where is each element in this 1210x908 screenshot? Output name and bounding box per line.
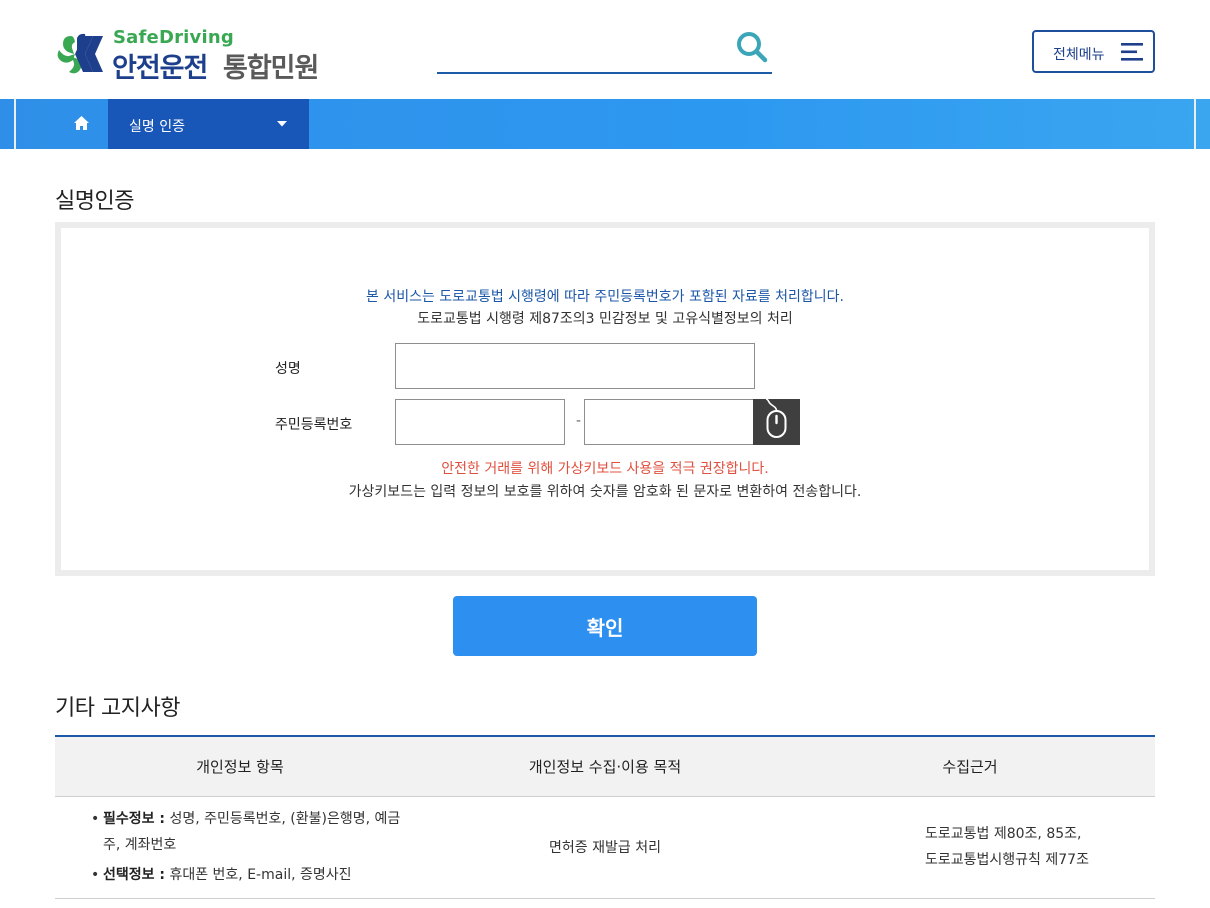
virtual-keyboard-description: 가상키보드는 입력 정보의 보호를 위하여 숫자를 암호화 된 문자로 변환하여…: [348, 484, 862, 500]
required-label: 필수정보 :: [103, 811, 165, 827]
all-menu-button[interactable]: 전체메뉴: [1032, 30, 1155, 73]
site-logo[interactable]: SafeDriving 안전운전 통합민원: [55, 26, 345, 84]
breadcrumb-dropdown[interactable]: 실명 인증: [108, 99, 309, 149]
logo-korean-sub: 통합민원: [223, 53, 319, 84]
virtual-keyboard-button[interactable]: [753, 398, 800, 445]
column-header-purpose: 개인정보 수집·이용 목적: [425, 735, 785, 797]
breadcrumb-dropdown-label: 실명 인증: [129, 119, 185, 135]
logo-english-text: SafeDriving: [113, 27, 234, 48]
column-header-basis: 수집근거: [785, 735, 1155, 797]
list-item: 필수정보 : 성명, 주민등록번호, (환불)은행명, 예금주, 계좌번호: [91, 806, 411, 858]
nav-divider: [14, 99, 16, 149]
name-label: 성명: [275, 361, 301, 377]
optional-value: 휴대폰 번호, E-mail, 증명사진: [165, 867, 352, 883]
name-input[interactable]: [395, 343, 755, 389]
mouse-icon: [765, 398, 787, 438]
search-button[interactable]: [734, 30, 770, 66]
page-title: 실명인증: [55, 189, 134, 214]
privacy-notice-table: 개인정보 항목 개인정보 수집·이용 목적 수집근거 필수정보 : 성명, 주민…: [55, 735, 1155, 899]
nav-divider: [1194, 99, 1196, 149]
nav-bar: 실명 인증: [0, 99, 1210, 149]
logo-korean-main: 안전운전: [112, 53, 208, 84]
service-notice: 본 서비스는 도로교통법 시행령에 따라 주민등록번호가 포함된 자료를 처리합…: [366, 289, 844, 305]
rrn-back-input[interactable]: [584, 399, 754, 445]
list-item: 선택정보 : 휴대폰 번호, E-mail, 증명사진: [91, 862, 425, 888]
header: SafeDriving 안전운전 통합민원 전체메뉴: [0, 0, 1210, 99]
hamburger-icon: [1121, 43, 1143, 61]
optional-label: 선택정보 :: [103, 867, 165, 883]
clover-logo-icon: [57, 33, 103, 74]
rrn-separator: -: [576, 413, 582, 429]
virtual-keyboard-warning: 안전한 거래를 위해 가상키보드 사용을 적극 권장합니다.: [441, 461, 769, 477]
basis-line: 도로교통법 제80조, 85조,: [925, 826, 1082, 842]
home-button[interactable]: [55, 99, 108, 149]
privacy-items-cell: 필수정보 : 성명, 주민등록번호, (환불)은행명, 예금주, 계좌번호 선택…: [55, 796, 425, 899]
notice-title: 기타 고지사항: [55, 696, 180, 721]
search-input[interactable]: [437, 28, 727, 70]
privacy-items-list: 필수정보 : 성명, 주민등록번호, (환불)은행명, 예금주, 계좌번호 선택…: [91, 806, 425, 888]
auth-form-box: 본 서비스는 도로교통법 시행령에 따라 주민등록번호가 포함된 자료를 처리합…: [55, 222, 1155, 576]
all-menu-label: 전체메뉴: [1053, 46, 1105, 62]
chevron-down-icon: [277, 121, 287, 127]
table-row: 필수정보 : 성명, 주민등록번호, (환불)은행명, 예금주, 계좌번호 선택…: [55, 796, 1155, 899]
search-icon: [737, 32, 768, 63]
legal-basis-notice: 도로교통법 시행령 제87조의3 민감정보 및 고유식별정보의 처리: [417, 311, 793, 327]
home-icon: [74, 116, 89, 130]
confirm-button[interactable]: 확인: [453, 596, 757, 656]
table-header-row: 개인정보 항목 개인정보 수집·이용 목적 수집근거: [55, 735, 1155, 797]
rrn-label: 주민등록번호: [275, 417, 353, 433]
basis-line: 도로교통법시행규칙 제77조: [925, 852, 1089, 868]
search-bar: [437, 28, 772, 74]
basis-cell: 도로교통법 제80조, 85조, 도로교통법시행규칙 제77조: [785, 796, 1155, 899]
column-header-items: 개인정보 항목: [55, 735, 425, 797]
purpose-cell: 면허증 재발급 처리: [425, 796, 785, 899]
rrn-front-input[interactable]: [395, 399, 565, 445]
